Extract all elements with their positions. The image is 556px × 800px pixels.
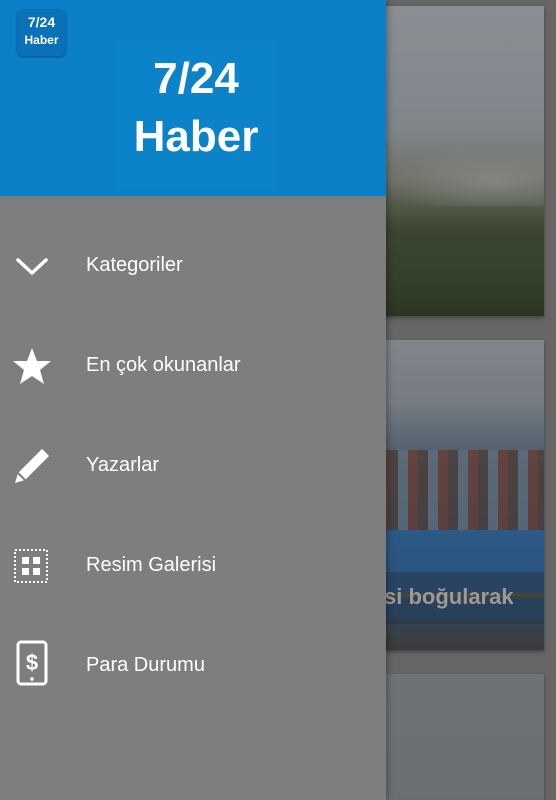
drawer-header: 7/24 Haber 7/24 Haber	[0, 0, 386, 196]
svg-text:$: $	[26, 650, 38, 675]
menu-item-label: Yazarlar	[86, 454, 159, 476]
menu-item-most-read[interactable]: En çok okunanlar	[0, 316, 386, 416]
drawer-menu: Kategoriler En çok okunanlar Yazarlar Re…	[0, 216, 386, 716]
star-icon	[12, 346, 52, 386]
menu-item-currency[interactable]: $ Para Durumu	[0, 616, 386, 716]
news-card[interactable]	[378, 6, 544, 316]
app-screen: si boğularak 7/24 Haber 7/24 Haber Kateg…	[0, 0, 556, 800]
menu-item-photo-gallery[interactable]: Resim Galerisi	[0, 516, 386, 616]
news-title: si boğularak	[384, 584, 514, 609]
menu-item-label: En çok okunanlar	[86, 354, 241, 376]
logo-text: Haber	[133, 112, 259, 161]
menu-item-label: Para Durumu	[86, 654, 205, 676]
news-card[interactable]: si boğularak	[378, 340, 544, 650]
phone-dollar-icon: $	[12, 640, 52, 686]
gallery-grid-icon	[12, 546, 52, 586]
chevron-down-icon	[12, 246, 52, 286]
menu-item-kategoriler[interactable]: Kategoriler	[0, 216, 386, 316]
menu-item-label: Kategoriler	[86, 254, 183, 276]
app-icon-text: 7/24	[27, 14, 56, 30]
app-logo: 7/24 Haber	[116, 40, 276, 190]
logo-text: 7/24	[153, 54, 239, 103]
news-card[interactable]	[378, 674, 544, 800]
app-icon: 7/24 Haber	[17, 9, 66, 56]
navigation-drawer: 7/24 Haber 7/24 Haber Kategoriler En çok…	[0, 0, 386, 800]
news-title-bar: si boğularak	[378, 572, 544, 624]
app-icon-text: Haber	[24, 33, 59, 47]
menu-item-authors[interactable]: Yazarlar	[0, 416, 386, 516]
pencil-icon	[12, 446, 52, 486]
menu-item-label: Resim Galerisi	[86, 554, 217, 576]
